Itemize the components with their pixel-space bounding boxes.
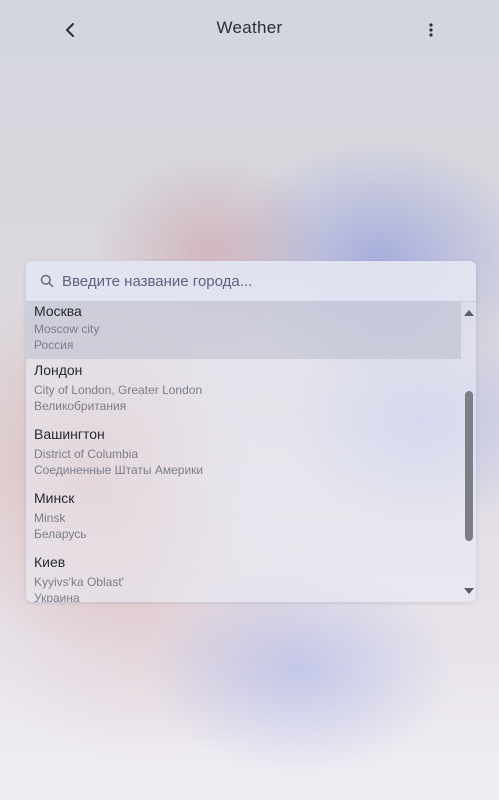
city-result-item[interactable]: Минск Minsk Беларусь: [26, 487, 461, 551]
city-country: Россия: [34, 338, 74, 352]
city-results-list: Москва Moscow city Россия Лондон City of…: [26, 302, 461, 602]
city-country: Украина: [34, 591, 80, 602]
city-region: Minsk: [34, 511, 66, 525]
city-result-item[interactable]: Киев Kyyivs'ka Oblast' Украина: [26, 551, 461, 602]
app-header: Weather: [0, 0, 499, 60]
city-name: Москва: [34, 303, 82, 319]
scrollbar-thumb[interactable]: [465, 391, 473, 541]
city-result-item[interactable]: Вашингтон District of Columbia Соединенн…: [26, 423, 461, 487]
city-search-dropdown: Москва Moscow city Россия Лондон City of…: [26, 261, 476, 602]
city-name: Киев: [34, 554, 66, 570]
scroll-up-arrow-icon[interactable]: [463, 308, 475, 318]
search-icon: [40, 274, 54, 288]
city-name: Лондон: [34, 362, 83, 378]
city-name: Минск: [34, 490, 75, 506]
city-result-item[interactable]: Москва Moscow city Россия: [26, 302, 461, 359]
city-region: District of Columbia: [34, 447, 139, 461]
city-region: Kyyivs'ka Oblast': [34, 575, 124, 589]
city-country: Великобритания: [34, 399, 127, 413]
city-name: Вашингтон: [34, 426, 105, 442]
city-country: Соединенные Штаты Америки: [34, 463, 204, 477]
more-vertical-icon: [429, 23, 433, 37]
city-result-item[interactable]: Лондон City of London, Greater London Ве…: [26, 359, 461, 423]
city-country: Беларусь: [34, 527, 87, 541]
more-menu-button[interactable]: [418, 16, 444, 44]
city-region: City of London, Greater London: [34, 383, 203, 397]
search-bar: [26, 261, 476, 302]
city-region: Moscow city: [34, 322, 100, 336]
results-scrollbar[interactable]: [462, 302, 476, 602]
city-search-input[interactable]: [62, 268, 462, 294]
scroll-down-arrow-icon[interactable]: [463, 586, 475, 596]
